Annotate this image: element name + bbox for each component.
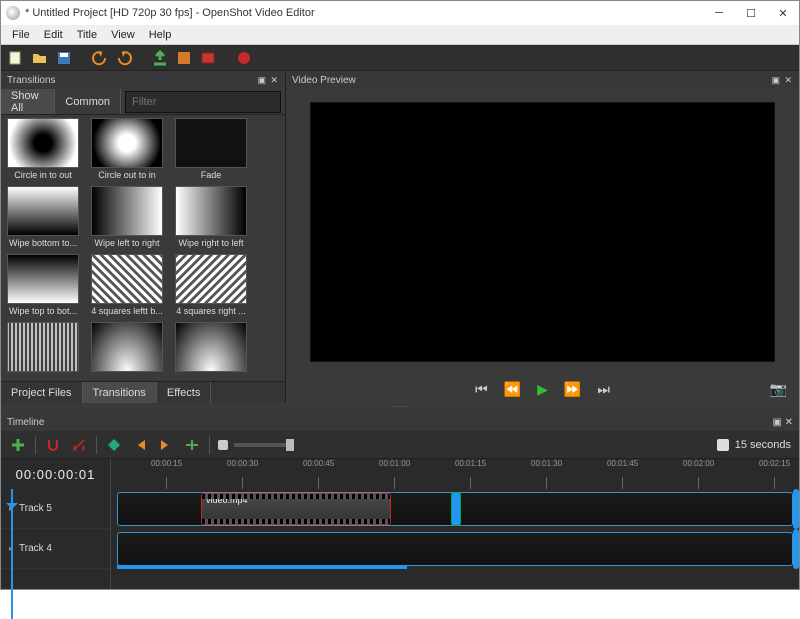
timeline: 00:00:00:01 00:00:1500:00:3000:00:4500:0… (1, 459, 799, 589)
timeline-ruler[interactable]: 00:00:1500:00:3000:00:4500:01:0000:01:15… (111, 459, 799, 489)
export-button[interactable] (235, 49, 253, 67)
end-handle[interactable] (793, 489, 799, 529)
add-marker-button[interactable] (105, 436, 123, 454)
snap-button[interactable] (44, 436, 62, 454)
razor-button[interactable] (70, 436, 88, 454)
center-playhead-button[interactable] (183, 436, 201, 454)
timeline-header: Timeline ▣ ✕ (1, 413, 799, 431)
next-marker-button[interactable] (157, 436, 175, 454)
tab-show-all[interactable]: Show All (1, 89, 55, 114)
tab-project-files[interactable]: Project Files (1, 382, 83, 403)
transition-item[interactable]: Wipe top to bot... (4, 254, 82, 316)
add-track-button[interactable] (9, 436, 27, 454)
zoom-indicator-icon (717, 439, 729, 451)
app-window: * Untitled Project [HD 720p 30 fps] - Op… (0, 0, 800, 590)
app-icon (6, 6, 20, 20)
open-project-button[interactable] (31, 49, 49, 67)
menubar: File Edit Title View Help (1, 25, 799, 45)
menu-title[interactable]: Title (70, 27, 104, 43)
undo-button[interactable] (91, 49, 109, 67)
track-header[interactable]: ▸Track 4 (1, 529, 110, 569)
rewind-button[interactable]: ⏪ (504, 381, 521, 398)
prev-marker-button[interactable] (131, 436, 149, 454)
menu-file[interactable]: File (5, 27, 37, 43)
clip-marker[interactable] (451, 492, 461, 526)
import-files-button[interactable] (151, 49, 169, 67)
transition-item[interactable]: Wipe left to right (88, 186, 166, 248)
zoom-label: 15 seconds (735, 439, 791, 451)
transition-item[interactable]: 4 squares leftt b... (88, 254, 166, 316)
panel-undock-icon[interactable]: ▣ ✕ (771, 75, 793, 86)
transition-item[interactable]: Wipe right to left (172, 186, 250, 248)
main-toolbar (1, 45, 799, 71)
tab-common[interactable]: Common (55, 89, 121, 114)
snapshot-icon[interactable]: 📷 (770, 381, 787, 398)
menu-help[interactable]: Help (142, 27, 179, 43)
zoom-slider[interactable] (218, 440, 294, 450)
menu-edit[interactable]: Edit (37, 27, 70, 43)
titlebar: * Untitled Project [HD 720p 30 fps] - Op… (1, 1, 799, 25)
video-clip[interactable]: video.mp4 (201, 493, 391, 525)
transition-item[interactable]: Wipe bottom to... (4, 186, 82, 248)
track-progress (117, 565, 407, 569)
tab-transitions[interactable]: Transitions (83, 382, 157, 403)
new-project-button[interactable] (7, 49, 25, 67)
transition-item[interactable] (4, 322, 82, 372)
panel-undock-icon[interactable]: ▣ ✕ (257, 75, 279, 86)
save-project-button[interactable] (55, 49, 73, 67)
transition-item[interactable] (88, 322, 166, 372)
jump-end-button[interactable]: ⏭ (597, 381, 610, 398)
timecode-display: 00:00:00:01 (1, 459, 111, 489)
panel-gripper[interactable]: ┄┄┄ (1, 403, 799, 413)
transitions-panel-title: Transitions (7, 75, 56, 86)
end-handle[interactable] (793, 529, 799, 569)
minimize-button[interactable]: ─ (703, 1, 735, 25)
maximize-button[interactable]: ☐ (735, 1, 767, 25)
transition-item[interactable] (172, 322, 250, 372)
transition-item[interactable]: Circle out to in (88, 118, 166, 180)
transition-item[interactable]: 4 squares right ... (172, 254, 250, 316)
timeline-toolbar: 15 seconds (1, 431, 799, 459)
redo-button[interactable] (115, 49, 133, 67)
playhead[interactable] (11, 489, 13, 619)
track-lane[interactable] (111, 529, 799, 569)
filter-input[interactable] (125, 91, 281, 113)
transitions-grid[interactable]: Circle in to out Circle out to in Fade W… (1, 115, 285, 381)
jump-start-button[interactable]: ⏮ (475, 381, 488, 398)
panel-undock-icon[interactable]: ▣ ✕ (772, 417, 793, 428)
preview-panel-title: Video Preview (292, 75, 356, 86)
preview-screen[interactable] (310, 102, 775, 362)
profile-button[interactable] (175, 49, 193, 67)
transition-item[interactable]: Circle in to out (4, 118, 82, 180)
close-button[interactable]: ✕ (767, 1, 799, 25)
tab-effects[interactable]: Effects (157, 382, 211, 403)
play-button[interactable]: ▶ (537, 381, 548, 398)
preview-panel: Video Preview ▣ ✕ ⏮ ⏪ ▶ ⏩ ⏭ 📷 (286, 71, 799, 403)
fast-forward-button[interactable]: ⏩ (564, 381, 581, 398)
fullscreen-button[interactable] (199, 49, 217, 67)
window-title: * Untitled Project [HD 720p 30 fps] - Op… (25, 7, 703, 19)
track-lane[interactable]: video.mp4 (111, 489, 799, 529)
menu-view[interactable]: View (104, 27, 142, 43)
transitions-panel: Transitions ▣ ✕ Show All Common Circle i… (1, 71, 286, 403)
transition-item[interactable]: Fade (172, 118, 250, 180)
